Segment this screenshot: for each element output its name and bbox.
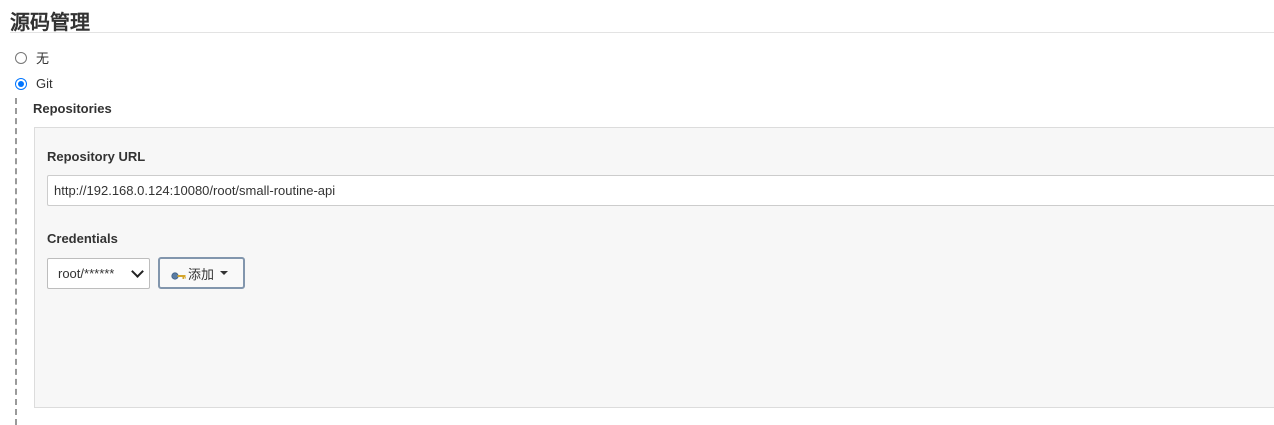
credentials-label: Credentials xyxy=(47,231,118,246)
credentials-select[interactable]: root/****** xyxy=(47,258,150,289)
scm-option-none[interactable]: 无 xyxy=(15,48,49,67)
key-icon xyxy=(171,269,187,280)
caret-down-icon xyxy=(220,271,229,275)
credentials-selected-value: root/****** xyxy=(58,266,115,281)
radio-none[interactable] xyxy=(15,51,27,64)
repository-url-input[interactable] xyxy=(47,175,1274,206)
add-button-label: 添加 xyxy=(188,267,215,283)
scm-option-none-label: 无 xyxy=(36,51,50,66)
section-title: 源码管理 xyxy=(10,10,90,34)
radio-git[interactable] xyxy=(15,77,27,90)
scm-option-git-label: Git xyxy=(36,76,53,91)
chevron-down-icon xyxy=(131,265,144,278)
git-section-indent-line xyxy=(15,98,17,425)
repository-url-label: Repository URL xyxy=(47,149,146,164)
repositories-label: Repositories xyxy=(33,101,112,116)
title-divider xyxy=(10,32,1274,33)
add-credentials-button[interactable]: 添加 xyxy=(158,257,245,289)
scm-option-git[interactable]: Git xyxy=(15,76,53,91)
